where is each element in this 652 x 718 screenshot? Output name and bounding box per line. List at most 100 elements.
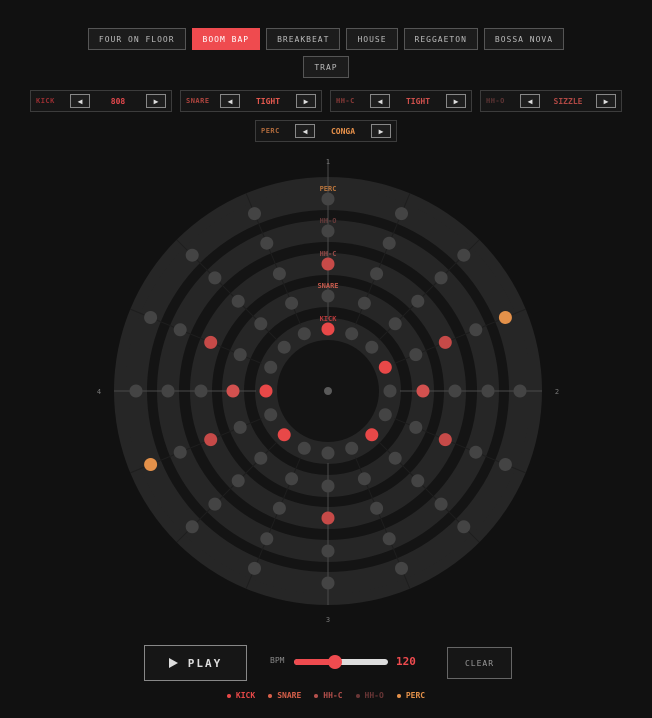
step-pad[interactable] (297, 441, 311, 455)
step-pad[interactable] (457, 248, 471, 262)
step-pad[interactable] (173, 323, 187, 337)
legend-hhc-label: HH-C (323, 691, 343, 700)
step-pad[interactable] (173, 445, 187, 459)
step-pad[interactable] (144, 458, 158, 471)
step-pad[interactable] (321, 289, 335, 303)
step-pad[interactable] (365, 340, 379, 354)
step-pad[interactable] (409, 420, 423, 434)
legend-hhc-dot (314, 693, 319, 698)
step-pad[interactable] (321, 511, 335, 525)
step-pad[interactable] (259, 384, 273, 398)
step-pad[interactable] (321, 192, 335, 206)
step-pad[interactable] (357, 296, 371, 310)
step-pad[interactable] (378, 360, 392, 374)
step-pad[interactable] (260, 532, 274, 546)
step-pad[interactable] (297, 327, 311, 341)
bpm-label: BPM (270, 656, 285, 665)
step-pad[interactable] (388, 317, 402, 331)
step-pad[interactable] (382, 532, 396, 546)
bpm-slider-thumb[interactable] (328, 655, 343, 669)
step-pad[interactable] (129, 384, 143, 398)
legend-snare-label: SNARE (277, 691, 302, 700)
step-pad[interactable] (208, 497, 222, 511)
bpm-slider[interactable] (294, 655, 388, 669)
step-pad[interactable] (321, 576, 335, 590)
step-pad[interactable] (498, 311, 512, 324)
step-pad[interactable] (382, 236, 396, 250)
step-pad[interactable] (264, 360, 278, 374)
step-pad[interactable] (416, 384, 430, 398)
step-pad[interactable] (260, 236, 274, 250)
step-pad[interactable] (513, 384, 527, 398)
step-pad[interactable] (395, 561, 408, 575)
ring-label: SNARE (317, 282, 338, 290)
step-pad[interactable] (469, 445, 483, 459)
step-pad[interactable] (321, 479, 335, 493)
step-pad[interactable] (204, 433, 218, 447)
legend-perc-dot (396, 693, 401, 698)
step-pad[interactable] (409, 348, 423, 362)
play-label: PLAY (187, 656, 223, 670)
step-pad[interactable] (185, 248, 199, 262)
step-pad[interactable] (231, 294, 245, 308)
step-pad[interactable] (277, 340, 291, 354)
step-pad[interactable] (185, 520, 199, 534)
step-pad[interactable] (272, 267, 286, 281)
step-pad[interactable] (469, 323, 483, 337)
step-pad[interactable] (321, 446, 335, 460)
ring-label: KICK (320, 315, 338, 323)
step-pad[interactable] (285, 472, 299, 486)
step-sequencer-wheel: KICK SNARE HH-C HH-O PERC 1 2 3 4 (97, 158, 559, 624)
step-pad[interactable] (383, 384, 397, 398)
step-pad[interactable] (264, 408, 278, 422)
step-pad[interactable] (321, 257, 335, 271)
step-pad[interactable] (457, 520, 471, 534)
step-pad[interactable] (481, 384, 495, 398)
legend-perc: PERC (396, 691, 425, 700)
step-pad[interactable] (204, 335, 218, 349)
step-pad[interactable] (233, 420, 247, 434)
step-pad[interactable] (448, 384, 462, 398)
legend-hhc: HH-C (314, 691, 343, 700)
step-pad[interactable] (370, 267, 384, 281)
step-pad[interactable] (254, 451, 268, 465)
transport-controls: PLAY BPM 120 CLEAR (0, 645, 652, 681)
wheel-center-dot (324, 387, 332, 395)
step-pad[interactable] (231, 474, 245, 488)
clear-button[interactable]: CLEAR (447, 647, 512, 679)
step-pad[interactable] (438, 335, 452, 349)
step-pad[interactable] (498, 458, 512, 471)
step-pad[interactable] (411, 474, 425, 488)
step-pad[interactable] (434, 271, 448, 285)
step-pad[interactable] (194, 384, 208, 398)
step-pad[interactable] (233, 348, 247, 362)
step-pad[interactable] (434, 497, 448, 511)
play-button[interactable]: PLAY (144, 645, 247, 681)
step-pad[interactable] (321, 224, 335, 238)
step-pad[interactable] (248, 207, 261, 221)
step-pad[interactable] (378, 408, 392, 422)
step-pad[interactable] (370, 501, 384, 515)
step-pad[interactable] (144, 311, 158, 324)
step-pad[interactable] (357, 472, 371, 486)
step-pad[interactable] (438, 433, 452, 447)
step-pad[interactable] (226, 384, 240, 398)
step-pad[interactable] (345, 327, 359, 341)
step-pad[interactable] (272, 501, 286, 515)
step-pad[interactable] (285, 296, 299, 310)
step-pad[interactable] (388, 451, 402, 465)
step-pad[interactable] (365, 428, 379, 442)
step-pad[interactable] (254, 317, 268, 331)
step-pad[interactable] (395, 207, 408, 221)
legend-hho-dot (355, 693, 360, 698)
step-pad[interactable] (248, 561, 261, 575)
beat-label: 4 (97, 388, 101, 396)
beat-label: 2 (555, 388, 559, 396)
step-pad[interactable] (345, 441, 359, 455)
step-pad[interactable] (161, 384, 175, 398)
step-pad[interactable] (277, 428, 291, 442)
step-pad[interactable] (411, 294, 425, 308)
step-pad[interactable] (321, 544, 335, 558)
step-pad[interactable] (321, 322, 335, 336)
step-pad[interactable] (208, 271, 222, 285)
